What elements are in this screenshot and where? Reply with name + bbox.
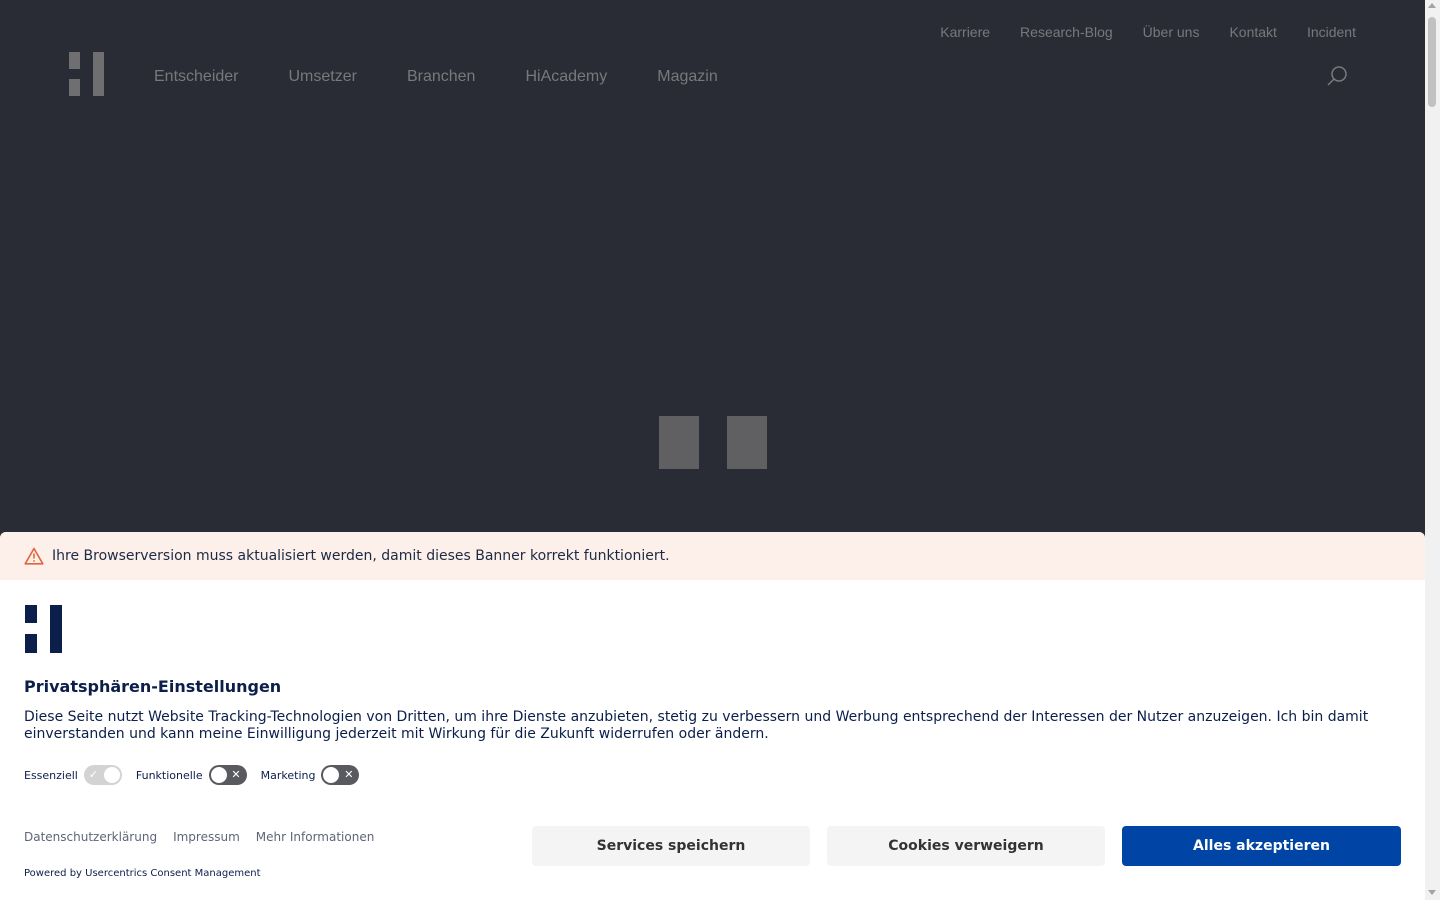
toggle-group-marketing: Marketing ✕ bbox=[261, 765, 360, 785]
consent-logo bbox=[25, 605, 63, 653]
logo-dot-bottom bbox=[69, 79, 80, 96]
loader-block-left bbox=[659, 416, 699, 469]
check-icon: ✓ bbox=[88, 768, 99, 781]
toggle-label-essenziell: Essenziell bbox=[24, 768, 78, 782]
toggle-label-funktionelle: Funktionelle bbox=[135, 768, 203, 782]
privacy-policy-link[interactable]: Datenschutzerklärung bbox=[24, 830, 157, 844]
close-icon: ✕ bbox=[231, 768, 241, 781]
toggle-funktionelle[interactable]: ✕ bbox=[208, 765, 247, 785]
nav-item-hiacademy[interactable]: HiAcademy bbox=[525, 67, 607, 86]
nav-item-umsetzer[interactable]: Umsetzer bbox=[289, 67, 357, 86]
save-services-button[interactable]: Services speichern bbox=[532, 826, 810, 866]
scroll-up-arrow-icon[interactable] bbox=[1428, 3, 1436, 8]
toggle-label-marketing: Marketing bbox=[260, 768, 316, 782]
more-info-link[interactable]: Mehr Informationen bbox=[256, 830, 375, 844]
site-logo[interactable] bbox=[69, 52, 105, 96]
consent-logo-dot-bottom bbox=[25, 634, 37, 653]
toggle-group-funktionelle: Funktionelle ✕ bbox=[136, 765, 247, 785]
scrollbar[interactable] bbox=[1425, 0, 1440, 900]
accept-all-button[interactable]: Alles akzeptieren bbox=[1122, 826, 1401, 866]
nav-item-entscheider[interactable]: Entscheider bbox=[154, 67, 239, 86]
top-link-kontakt[interactable]: Kontakt bbox=[1229, 24, 1276, 40]
consent-title: Privatsphären-Einstellungen bbox=[24, 677, 282, 696]
toggle-group-essenziell: Essenziell ✓ bbox=[24, 765, 122, 785]
top-link-incident[interactable]: Incident bbox=[1307, 24, 1356, 40]
consent-banner: Ihre Browserversion muss aktualisiert we… bbox=[0, 532, 1425, 900]
top-link-ueber-uns[interactable]: Über uns bbox=[1143, 24, 1200, 40]
warning-text: Ihre Browserversion muss aktualisiert we… bbox=[52, 548, 670, 564]
consent-logo-dot-top bbox=[25, 605, 37, 623]
close-icon: ✕ bbox=[344, 768, 354, 781]
logo-dot-top bbox=[69, 52, 80, 69]
toggle-essenziell[interactable]: ✓ bbox=[83, 765, 122, 785]
deny-cookies-button[interactable]: Cookies verweigern bbox=[827, 826, 1105, 866]
consent-links: Datenschutzerklärung Impressum Mehr Info… bbox=[24, 830, 374, 844]
consent-toggles: Essenziell ✓ Funktionelle ✕ Marketing ✕ bbox=[24, 765, 373, 785]
nav-item-branchen[interactable]: Branchen bbox=[407, 67, 476, 86]
imprint-link[interactable]: Impressum bbox=[173, 830, 240, 844]
powered-by-link[interactable]: Powered by Usercentrics Consent Manageme… bbox=[24, 868, 261, 879]
toggle-knob bbox=[323, 767, 340, 783]
toggle-knob bbox=[210, 767, 227, 783]
scroll-thumb[interactable] bbox=[1428, 17, 1436, 107]
consent-logo-bar bbox=[50, 605, 62, 653]
top-navigation: Karriere Research-Blog Über uns Kontakt … bbox=[940, 24, 1356, 40]
consent-description: Diese Seite nutzt Website Tracking-Techn… bbox=[24, 709, 1369, 742]
search-icon[interactable] bbox=[1326, 65, 1348, 87]
top-link-research-blog[interactable]: Research-Blog bbox=[1020, 24, 1113, 40]
loader-block-right bbox=[727, 416, 767, 469]
main-navigation: Entscheider Umsetzer Branchen HiAcademy … bbox=[154, 67, 718, 86]
top-link-karriere[interactable]: Karriere bbox=[940, 24, 990, 40]
toggle-marketing[interactable]: ✕ bbox=[321, 765, 360, 785]
toggle-knob bbox=[103, 767, 120, 783]
logo-bar bbox=[93, 52, 104, 96]
browser-warning: Ihre Browserversion muss aktualisiert we… bbox=[0, 532, 1425, 580]
nav-item-magazin[interactable]: Magazin bbox=[657, 67, 717, 86]
scroll-down-arrow-icon[interactable] bbox=[1428, 890, 1436, 895]
warning-icon bbox=[24, 547, 44, 565]
